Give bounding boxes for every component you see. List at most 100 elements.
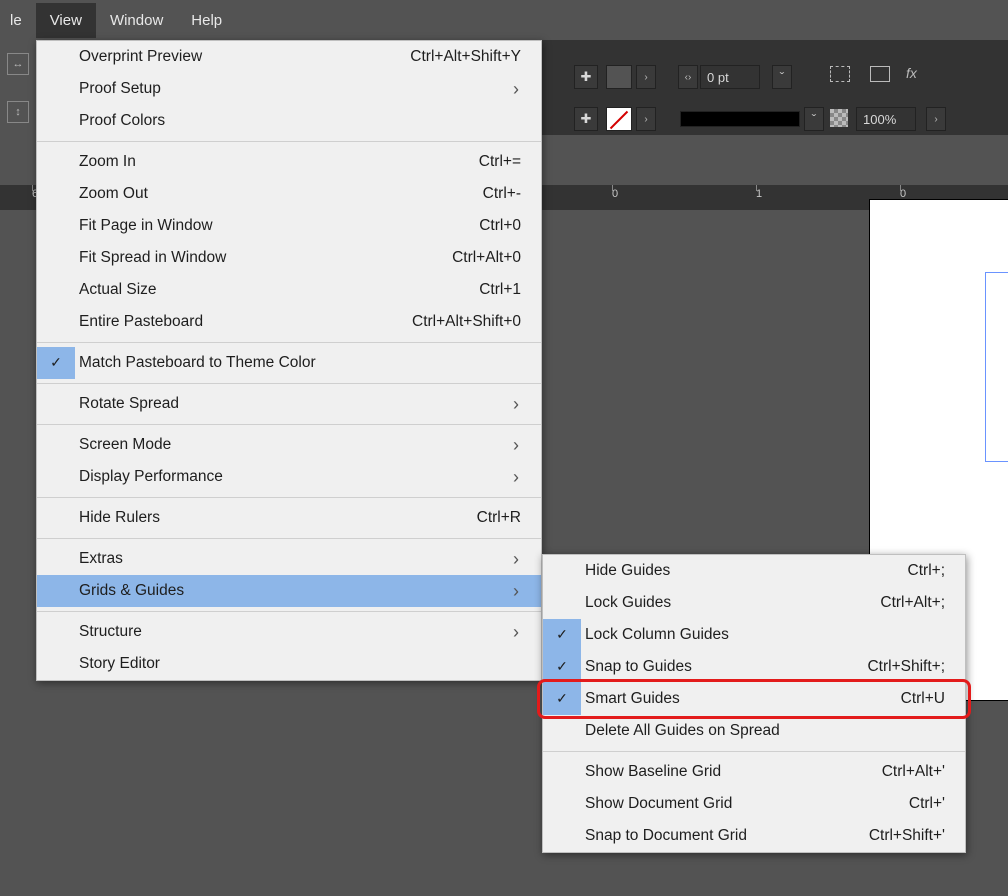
ob-percent-chev[interactable]: › <box>926 107 946 131</box>
menu-item-fit-page-in-window[interactable]: Fit Page in WindowCtrl+0 <box>37 210 541 242</box>
menu-item-zoom-out[interactable]: Zoom OutCtrl+- <box>37 178 541 210</box>
menu-item-structure[interactable]: Structure <box>37 616 541 648</box>
menu-item-shortcut: Ctrl+Alt+; <box>880 594 949 612</box>
check-icon <box>543 619 581 651</box>
menu-window[interactable]: Window <box>96 3 177 38</box>
ob-frame-icon[interactable] <box>870 66 890 82</box>
check-icon <box>37 543 75 575</box>
menu-item-label: Lock Guides <box>581 594 671 612</box>
ob-black-chev[interactable] <box>804 107 824 131</box>
menu-separator <box>37 538 541 539</box>
ob-icon-b[interactable]: ✚ <box>574 107 598 131</box>
menu-item-label: Rotate Spread <box>75 395 179 413</box>
submenu-arrow-icon <box>507 467 525 488</box>
check-icon <box>543 715 581 747</box>
menu-item-shortcut: Ctrl+R <box>477 509 525 527</box>
check-icon <box>37 347 75 379</box>
tool-icon-2[interactable]: ↕ <box>7 101 29 123</box>
menu-item-hide-guides[interactable]: Hide GuidesCtrl+; <box>543 555 965 587</box>
menubar: le View Window Help <box>0 0 1008 40</box>
check-icon <box>543 651 581 683</box>
check-icon <box>37 502 75 534</box>
menu-item-shortcut: Ctrl+- <box>483 185 525 203</box>
check-icon <box>543 555 581 587</box>
menu-item-label: Structure <box>75 623 142 641</box>
menu-help[interactable]: Help <box>177 3 236 38</box>
tool-sidebar: ↔ ↕ <box>0 40 36 136</box>
menu-item-label: Smart Guides <box>581 690 680 708</box>
menu-item-label: Delete All Guides on Spread <box>581 722 780 740</box>
menu-item-entire-pasteboard[interactable]: Entire PasteboardCtrl+Alt+Shift+0 <box>37 306 541 338</box>
menu-item-snap-to-guides[interactable]: Snap to GuidesCtrl+Shift+; <box>543 651 965 683</box>
ob-icon-a[interactable]: ✚ <box>574 65 598 89</box>
selected-frame[interactable] <box>985 272 1008 462</box>
menu-item-proof-setup[interactable]: Proof Setup <box>37 73 541 105</box>
submenu-arrow-icon <box>507 435 525 456</box>
menu-item-label: Fit Spread in Window <box>75 249 226 267</box>
view-menu: Overprint PreviewCtrl+Alt+Shift+Y Proof S… <box>36 40 542 681</box>
menu-item-shortcut: Ctrl+1 <box>479 281 525 299</box>
check-icon <box>37 306 75 338</box>
menu-item-label: Grids & Guides <box>75 582 184 600</box>
menu-item-zoom-in[interactable]: Zoom InCtrl+= <box>37 146 541 178</box>
menu-item-extras[interactable]: Extras <box>37 543 541 575</box>
menu-item-display-performance[interactable]: Display Performance <box>37 461 541 493</box>
ob-pt-chev[interactable] <box>772 65 792 89</box>
ob-stepper-chev[interactable]: ‹› <box>678 65 698 89</box>
menu-item-label: Actual Size <box>75 281 157 299</box>
tool-icon-1[interactable]: ↔ <box>7 53 29 75</box>
menu-item-label: Zoom In <box>75 153 136 171</box>
ob-chev-none[interactable]: › <box>636 107 656 131</box>
ob-swatch-none[interactable] <box>606 107 632 131</box>
ob-chev-gray[interactable]: › <box>636 65 656 89</box>
check-icon <box>37 178 75 210</box>
ob-pt-field[interactable]: 0 pt <box>700 65 760 89</box>
check-icon <box>37 575 75 607</box>
menu-view[interactable]: View <box>36 3 96 38</box>
menu-item-delete-all-guides-on-spread[interactable]: Delete All Guides on Spread <box>543 715 965 747</box>
menu-item-snap-to-document-grid[interactable]: Snap to Document GridCtrl+Shift+' <box>543 820 965 852</box>
menu-item-lock-column-guides[interactable]: Lock Column Guides <box>543 619 965 651</box>
ruler-tick: 0 <box>612 188 618 200</box>
menu-item-hide-rulers[interactable]: Hide Rulers Ctrl+R <box>37 502 541 534</box>
ob-percent-field[interactable]: 100% <box>856 107 916 131</box>
menu-item-match-pasteboard-to-theme-color[interactable]: Match Pasteboard to Theme Color <box>37 347 541 379</box>
menu-item-rotate-spread[interactable]: Rotate Spread <box>37 388 541 420</box>
menu-separator <box>37 383 541 384</box>
ob-fx-icon[interactable]: fx <box>906 65 917 81</box>
menu-item-label: Overprint Preview <box>75 48 202 66</box>
ob-crop-icon[interactable] <box>830 66 850 82</box>
check-icon <box>543 820 581 852</box>
submenu-arrow-icon <box>507 79 525 100</box>
menu-item-label: Display Performance <box>75 468 223 486</box>
menu-item-show-document-grid[interactable]: Show Document GridCtrl+' <box>543 788 965 820</box>
check-icon <box>37 242 75 274</box>
menu-item-label: Proof Colors <box>75 112 165 130</box>
ob-opacity-icon[interactable] <box>830 109 848 127</box>
menu-item-label: Hide Guides <box>581 562 670 580</box>
ob-swatch-gray[interactable] <box>606 65 632 89</box>
menu-item-label: Show Baseline Grid <box>581 763 721 781</box>
menu-item-smart-guides[interactable]: Smart Guides Ctrl+U <box>543 683 965 715</box>
ob-black-bar[interactable] <box>680 111 800 127</box>
menu-item-shortcut: Ctrl+Shift+; <box>867 658 949 676</box>
menu-item-grids-guides[interactable]: Grids & Guides <box>37 575 541 607</box>
menu-item-screen-mode[interactable]: Screen Mode <box>37 429 541 461</box>
menu-item-overprint-preview[interactable]: Overprint PreviewCtrl+Alt+Shift+Y <box>37 41 541 73</box>
menu-item-story-editor[interactable]: Story Editor <box>37 648 541 680</box>
menu-item-show-baseline-grid[interactable]: Show Baseline GridCtrl+Alt+' <box>543 756 965 788</box>
submenu-arrow-icon <box>507 622 525 643</box>
menu-separator <box>543 751 965 752</box>
menu-partial[interactable]: le <box>0 3 36 38</box>
menu-separator <box>37 141 541 142</box>
check-icon <box>37 73 75 105</box>
menu-item-fit-spread-in-window[interactable]: Fit Spread in WindowCtrl+Alt+0 <box>37 242 541 274</box>
menu-item-label: Proof Setup <box>75 80 161 98</box>
menu-item-lock-guides[interactable]: Lock Guides Ctrl+Alt+; <box>543 587 965 619</box>
menu-item-label: Hide Rulers <box>75 509 160 527</box>
menu-item-proof-colors[interactable]: Proof Colors <box>37 105 541 137</box>
menu-item-label: Fit Page in Window <box>75 217 213 235</box>
menu-item-shortcut: Ctrl+U <box>901 690 949 708</box>
menu-item-actual-size[interactable]: Actual Size Ctrl+1 <box>37 274 541 306</box>
check-icon <box>37 616 75 648</box>
